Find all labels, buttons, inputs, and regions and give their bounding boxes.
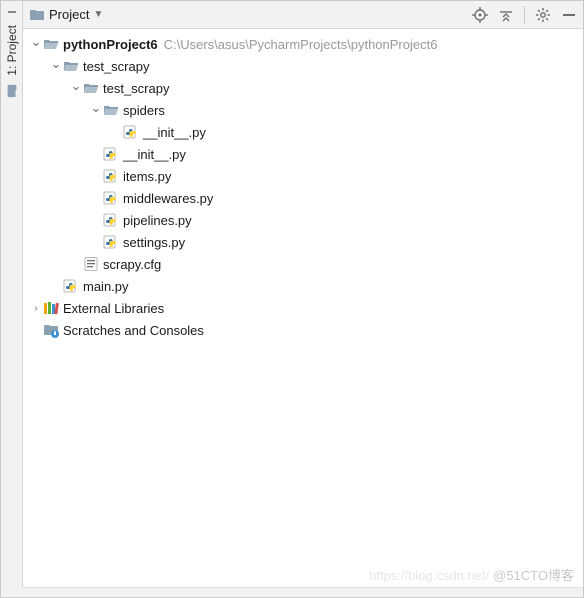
tree-node-label: pythonProject6 — [63, 37, 158, 52]
project-view-icon — [29, 7, 45, 23]
chevron-right-icon[interactable]: › — [29, 303, 43, 314]
python-icon — [103, 212, 119, 228]
chevron-down-icon[interactable]: ⌄ — [49, 56, 63, 72]
scratches-icon — [43, 322, 59, 338]
tree-row[interactable]: ›items.py — [23, 165, 583, 187]
tab-label: 1: Project — [5, 25, 19, 76]
tree-node-label: spiders — [123, 103, 165, 118]
tree-node-label: pipelines.py — [123, 213, 192, 228]
python-icon — [63, 278, 79, 294]
cfg-icon — [83, 256, 99, 272]
tree-row[interactable]: ⌄ spiders — [23, 99, 583, 121]
python-icon — [103, 168, 119, 184]
folder-icon — [5, 84, 19, 98]
tree-node-label: items.py — [123, 169, 171, 184]
toolbar-divider — [524, 6, 525, 24]
tree-node-label: middlewares.py — [123, 191, 213, 206]
project-dropdown-label[interactable]: Project — [49, 7, 89, 22]
tree-row[interactable]: ›scrapy.cfg — [23, 253, 583, 275]
folder-open-icon — [63, 58, 79, 74]
tree-node-label: test_scrapy — [83, 59, 149, 74]
python-icon — [103, 190, 119, 206]
tree-row[interactable]: ›__init__.py — [23, 121, 583, 143]
python-icon — [103, 146, 119, 162]
folder-open-icon — [103, 102, 119, 118]
chevron-down-icon[interactable]: ⌄ — [29, 34, 43, 50]
tree-row[interactable]: ›pipelines.py — [23, 209, 583, 231]
tree-row[interactable]: ›main.py — [23, 275, 583, 297]
chevron-down-icon[interactable]: ⌄ — [69, 78, 83, 94]
chevron-down-icon[interactable]: ▼ — [93, 9, 103, 20]
gear-icon[interactable] — [535, 7, 551, 23]
project-tab[interactable]: 1: Project — [5, 21, 19, 80]
tool-window-tab-bar: 1: Project — [1, 1, 23, 597]
python-icon — [103, 234, 119, 250]
tree-row[interactable]: ⌄ test_scrapy — [23, 77, 583, 99]
tree-node-label: scrapy.cfg — [103, 257, 161, 272]
tree-node-label: Scratches and Consoles — [63, 323, 204, 338]
tree-node-label: __init__.py — [123, 147, 186, 162]
locate-icon[interactable] — [472, 7, 488, 23]
project-tree[interactable]: ⌄pythonProject6C:\Users\asus\PycharmProj… — [23, 29, 583, 597]
tree-row[interactable]: ›settings.py — [23, 231, 583, 253]
tree-row[interactable]: ›middlewares.py — [23, 187, 583, 209]
tree-node-label: External Libraries — [63, 301, 164, 316]
tree-row[interactable]: › External Libraries — [23, 297, 583, 319]
folder-open-icon — [43, 36, 59, 52]
tree-row[interactable]: ⌄ test_scrapy — [23, 55, 583, 77]
folder-open-icon — [83, 80, 99, 96]
tree-node-label: test_scrapy — [103, 81, 169, 96]
tree-node-label: __init__.py — [143, 125, 206, 140]
tree-node-label: main.py — [83, 279, 129, 294]
tree-row[interactable]: ⌄ pythonProject6 C:\Users\asus\PycharmProj… — [23, 33, 583, 55]
project-toolbar: Project ▼ — [23, 1, 583, 29]
horizontal-scrollbar[interactable] — [22, 587, 583, 597]
tab-pin-icon[interactable] — [7, 7, 17, 17]
chevron-down-icon[interactable]: ⌄ — [89, 100, 103, 116]
project-panel: Project ▼ ⌄pythonProject6C:\Users\asus\P… — [23, 1, 583, 597]
hide-icon[interactable] — [561, 7, 577, 23]
tree-node-label: settings.py — [123, 235, 185, 250]
python-icon — [123, 124, 139, 140]
libraries-icon — [43, 300, 59, 316]
collapse-all-icon[interactable] — [498, 7, 514, 23]
tree-row[interactable]: ›Scratches and Consoles — [23, 319, 583, 341]
tree-row[interactable]: ›__init__.py — [23, 143, 583, 165]
tree-node-path: C:\Users\asus\PycharmProjects\pythonProj… — [164, 37, 438, 52]
